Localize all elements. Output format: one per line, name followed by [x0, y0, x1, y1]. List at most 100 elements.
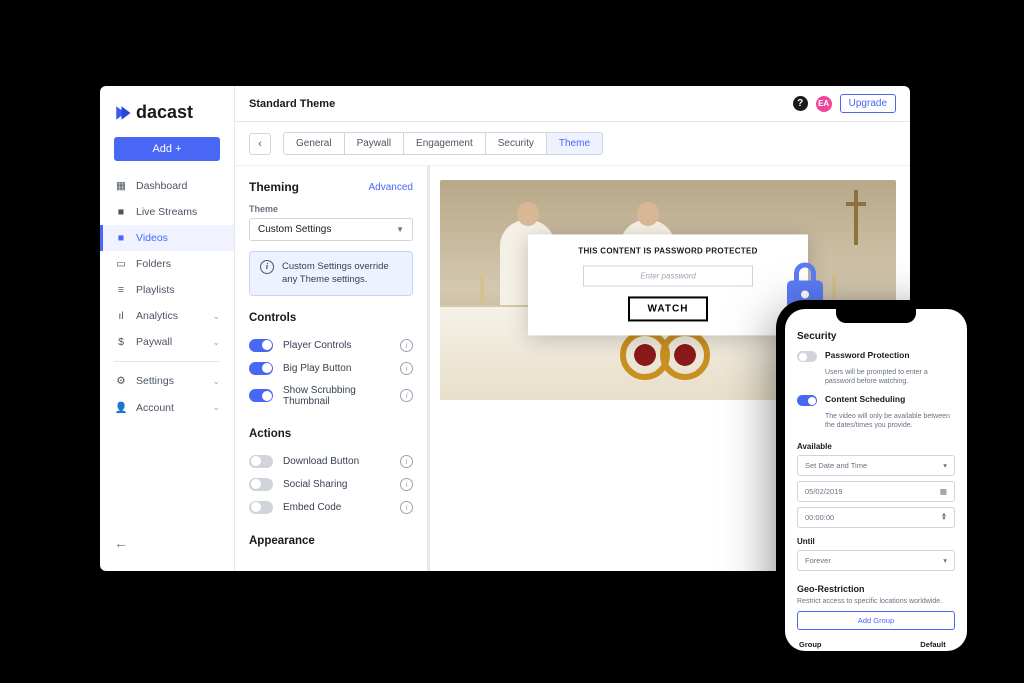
mobile-col-default: Default [913, 640, 953, 649]
dashboard-icon: ▦ [114, 180, 128, 192]
info-icon: i [260, 260, 274, 274]
mobile-add-group-button[interactable]: Add Group [797, 611, 955, 630]
camera-icon: ■ [114, 206, 128, 218]
upgrade-button[interactable]: Upgrade [840, 94, 896, 113]
toggle-label: Download Button [283, 456, 359, 467]
toggle-big-play: Big Play Button i [249, 357, 413, 380]
sidebar-item-dashboard[interactable]: ▦Dashboard [100, 173, 234, 199]
tab-engagement[interactable]: Engagement [404, 133, 486, 154]
sidebar-item-label: Folders [136, 258, 171, 270]
mobile-password-label: Password Protection [825, 350, 910, 360]
info-icon[interactable]: i [400, 478, 413, 491]
sidebar-item-label: Videos [136, 232, 168, 244]
mobile-available-select[interactable]: Set Date and Time ▾ [797, 455, 955, 476]
theme-select[interactable]: Custom Settings ▼ [249, 218, 413, 241]
mobile-password-toggle[interactable] [797, 351, 817, 362]
person-icon: 👤 [114, 401, 128, 414]
toggle-label: Social Sharing [283, 479, 347, 490]
back-button[interactable]: ‹ [249, 133, 271, 155]
chevron-down-icon: ⌄ [212, 337, 220, 348]
theme-field-label: Theme [249, 204, 413, 214]
page-title: Standard Theme [249, 98, 335, 110]
sidebar-item-livestreams[interactable]: ■Live Streams [100, 199, 234, 225]
sidebar-item-label: Account [136, 402, 174, 414]
info-icon[interactable]: i [400, 362, 413, 375]
sidebar-item-settings[interactable]: ⚙Settings⌄ [100, 368, 234, 394]
brand-logo: dacast [100, 96, 234, 137]
mobile-until-select[interactable]: Forever ▾ [797, 550, 955, 571]
playlist-icon: ≡ [114, 284, 128, 296]
advanced-link[interactable]: Advanced [369, 182, 413, 193]
sidebar-item-folders[interactable]: ▭ Folders [100, 251, 234, 277]
mobile-geo-heading: Geo-Restriction [797, 584, 955, 594]
social-toggle[interactable] [249, 478, 273, 491]
sidebar-item-label: Playlists [136, 284, 175, 296]
toggle-label: Big Play Button [283, 363, 351, 374]
cross-decoration [846, 190, 866, 245]
player-controls-toggle[interactable] [249, 339, 273, 352]
info-icon[interactable]: i [400, 339, 413, 352]
info-icon[interactable]: i [400, 389, 413, 402]
scrubbing-toggle[interactable] [249, 389, 273, 402]
info-icon[interactable]: i [400, 501, 413, 514]
theming-heading: Theming [249, 180, 299, 194]
candle-left [480, 275, 484, 305]
theme-info-text: Custom Settings override any Theme setti… [282, 260, 402, 287]
download-toggle[interactable] [249, 455, 273, 468]
mobile-available-label: Available [797, 442, 955, 451]
mobile-available-value: Set Date and Time [805, 461, 867, 470]
calendar-icon: ▦ [940, 487, 947, 496]
sidebar-item-label: Analytics [136, 310, 178, 322]
tab-general[interactable]: General [284, 133, 345, 154]
password-title: THIS CONTENT IS PASSWORD PROTECTED [558, 246, 778, 255]
chevron-down-icon: ▾ [943, 556, 947, 565]
tab-paywall[interactable]: Paywall [345, 133, 404, 154]
sidebar-item-account[interactable]: 👤Account⌄ [100, 394, 234, 421]
mobile-date-value: 05/02/2019 [805, 487, 843, 496]
info-icon[interactable]: i [400, 455, 413, 468]
help-icon[interactable]: ? [793, 96, 808, 111]
chevron-down-icon: ⌄ [212, 376, 220, 387]
password-input[interactable]: Enter password [583, 265, 753, 286]
video-icon: ■ [114, 232, 128, 244]
sidebar-nav: ▦Dashboard ■Live Streams ■ Videos ▭ Folder… [100, 173, 234, 355]
sidebar-item-playlists[interactable]: ≡ Playlists [100, 277, 234, 303]
password-overlay: THIS CONTENT IS PASSWORD PROTECTED Enter… [528, 234, 808, 335]
avatar[interactable]: EA [816, 96, 832, 112]
mobile-password-desc: Users will be prompted to enter a passwo… [825, 368, 955, 386]
toggle-label: Embed Code [283, 502, 341, 513]
mobile-scheduling-label: Content Scheduling [825, 394, 905, 404]
add-button[interactable]: Add + [114, 137, 220, 161]
altar-decoration [620, 330, 740, 390]
tab-theme[interactable]: Theme [547, 133, 602, 154]
mobile-scheduling-desc: The video will only be available between… [825, 412, 955, 430]
chevron-down-icon: ▾ [943, 461, 947, 470]
mobile-geo-desc: Restrict access to specific locations wo… [797, 598, 955, 605]
watch-button[interactable]: WATCH [628, 296, 709, 321]
mobile-table-header: Group Default [797, 636, 955, 651]
topbar: Standard Theme ? EA Upgrade [235, 86, 910, 122]
toggle-social: Social Sharing i [249, 473, 413, 496]
dacast-logo-icon [114, 104, 132, 122]
mobile-security-heading: Security [797, 331, 955, 342]
mobile-time-input[interactable]: 00:00:00 ▲▼ [797, 507, 955, 528]
theme-select-value: Custom Settings [258, 224, 331, 235]
settings-panel: Theming Advanced Theme Custom Settings ▼… [235, 166, 430, 571]
folder-icon: ▭ [114, 258, 128, 270]
sidebar-item-videos[interactable]: ■ Videos [100, 225, 234, 251]
mobile-time-value: 00:00:00 [805, 513, 834, 522]
mobile-scheduling-toggle[interactable] [797, 395, 817, 406]
sidebar-nav-lower: ⚙Settings⌄ 👤 Account ⌄ [100, 368, 234, 421]
embed-toggle[interactable] [249, 501, 273, 514]
sidebar-item-paywall[interactable]: $Paywall⌄ [100, 329, 234, 355]
mobile-date-input[interactable]: 05/02/2019 ▦ [797, 481, 955, 502]
phone-mockup: Security Password Protection Users will … [776, 300, 976, 660]
tab-security[interactable]: Security [486, 133, 547, 154]
toggle-download: Download Button i [249, 450, 413, 473]
big-play-toggle[interactable] [249, 362, 273, 375]
stepper-icon: ▲▼ [941, 514, 947, 521]
collapse-sidebar-button[interactable]: ← [100, 525, 234, 561]
appearance-heading: Appearance [249, 535, 413, 547]
brand-text: dacast [136, 102, 193, 123]
sidebar-item-analytics[interactable]: ılAnalytics⌄ [100, 303, 234, 329]
